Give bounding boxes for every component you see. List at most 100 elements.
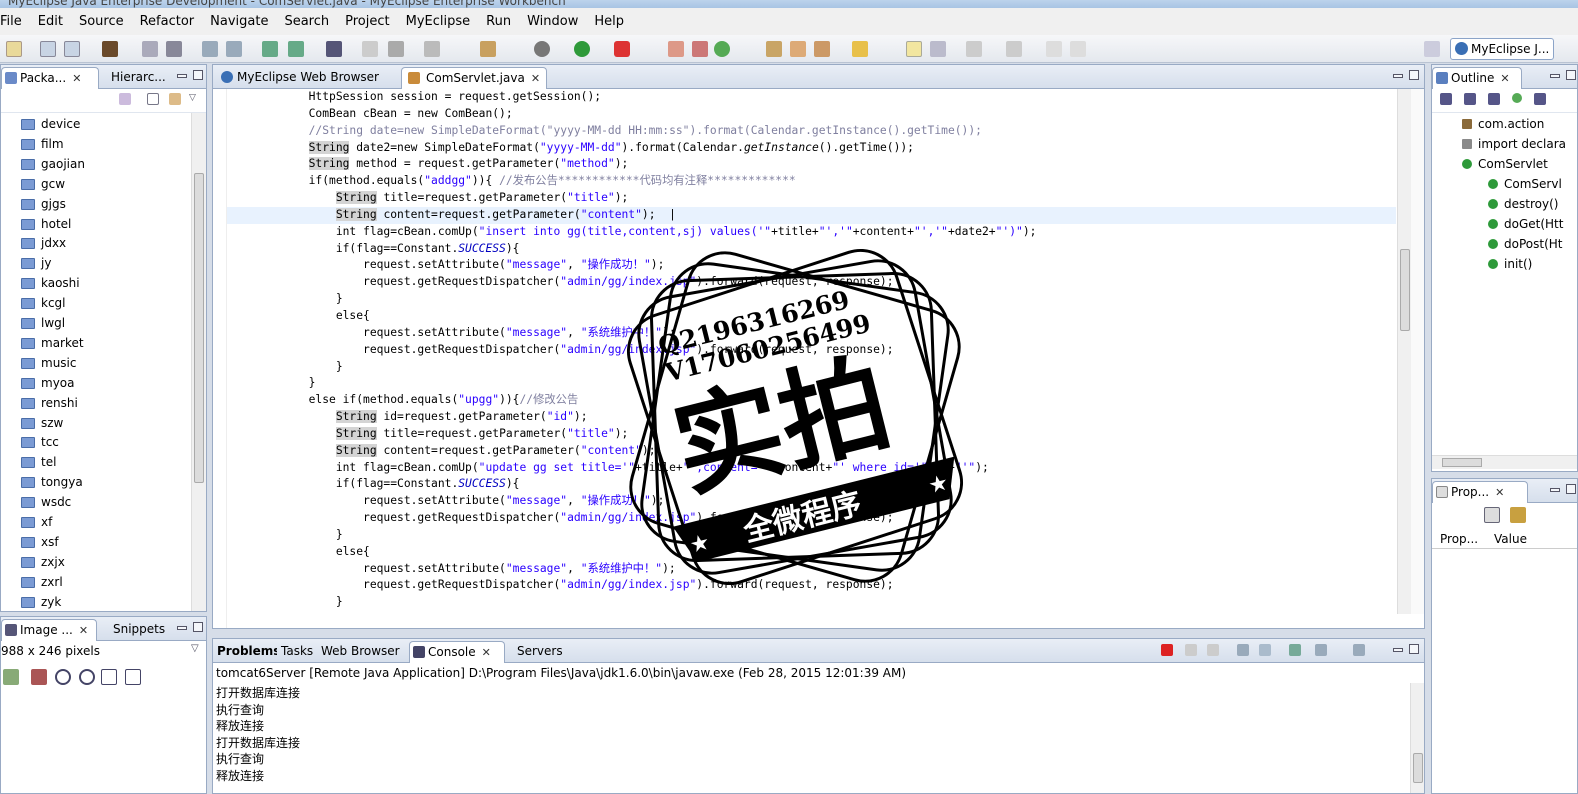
tab-servers[interactable]: Servers	[509, 641, 569, 663]
tree-item[interactable]: tel	[21, 452, 56, 472]
code-line[interactable]: String content=request.getParameter("con…	[227, 206, 1396, 224]
tree-item[interactable]: szw	[21, 413, 63, 433]
tree-item[interactable]: kcgl	[21, 293, 66, 313]
code-line[interactable]: else if(method.equals("upgg")){//修改公告	[227, 392, 1396, 409]
terminate-icon[interactable]	[1161, 644, 1173, 656]
toggle-mark-icon[interactable]	[906, 41, 922, 57]
tree-item[interactable]: lwgl	[21, 313, 65, 333]
outline-item[interactable]: destroy()	[1488, 194, 1558, 214]
tab-problems[interactable]: Problems	[215, 641, 277, 663]
tree-item[interactable]: kaoshi	[21, 273, 80, 293]
fit-icon[interactable]	[125, 669, 141, 685]
back-icon[interactable]	[1046, 41, 1062, 57]
code-line[interactable]: //String date=new SimpleDateFormat("yyyy…	[227, 123, 1396, 140]
close-icon[interactable]: ✕	[72, 72, 81, 85]
tree-item[interactable]: wsdc	[21, 492, 71, 512]
tab-snippets[interactable]: Snippets	[101, 619, 171, 641]
menu-edit[interactable]: Edit	[30, 14, 71, 29]
tree-item[interactable]: zxrl	[21, 572, 63, 592]
menu-project[interactable]: Project	[337, 14, 397, 29]
code-line[interactable]: if(method.equals("addgg")){ //发布公告******…	[227, 173, 1396, 190]
actual-size-icon[interactable]	[101, 669, 117, 685]
categories-icon[interactable]	[1484, 507, 1500, 523]
code-area[interactable]: HttpSession session = request.getSession…	[227, 89, 1396, 614]
tree-item[interactable]: xsf	[21, 532, 59, 552]
code-line[interactable]: request.setAttribute("message", "系统维护中！"…	[227, 325, 1396, 342]
advanced-icon[interactable]	[1510, 507, 1526, 523]
tree-item[interactable]: zyk	[21, 592, 61, 611]
open-perspective-icon[interactable]	[1424, 41, 1440, 57]
tree-item[interactable]: gaojian	[21, 154, 85, 174]
close-icon[interactable]: ✕	[79, 624, 88, 637]
deploy-icon[interactable]	[142, 41, 158, 57]
tree-item[interactable]: tongya	[21, 472, 83, 492]
code-line[interactable]: request.getRequestDispatcher("admin/gg/i…	[227, 577, 1396, 594]
outline-item[interactable]: doPost(Ht	[1488, 234, 1562, 254]
outline-item[interactable]: import declara	[1462, 134, 1566, 154]
minimize-icon[interactable]	[1393, 74, 1403, 78]
menu-myeclipse[interactable]: MyEclipse	[398, 14, 479, 29]
code-line[interactable]: String id=request.getParameter("id");	[227, 409, 1396, 426]
code-line[interactable]: }	[227, 291, 1396, 308]
menu-search[interactable]: Search	[276, 14, 337, 29]
code-line[interactable]: int flag=cBean.comUp("update gg set titl…	[227, 460, 1396, 477]
tab-comservlet-java[interactable]: ComServlet.java ✕	[401, 67, 547, 89]
tab-outline[interactable]: Outline ✕	[1432, 67, 1522, 89]
editor-scrollbar[interactable]	[1397, 89, 1411, 614]
maximize-icon[interactable]	[193, 622, 203, 632]
maximize-icon[interactable]	[1566, 70, 1576, 80]
console-scrollbar[interactable]	[1410, 683, 1424, 793]
tree-item[interactable]: hotel	[21, 214, 71, 234]
zoom-in-icon[interactable]	[79, 669, 95, 685]
close-icon[interactable]: ✕	[531, 72, 540, 85]
tree-item[interactable]: renshi	[21, 393, 78, 413]
tab-image[interactable]: Image ... ✕	[1, 619, 97, 641]
tab-web-browser[interactable]: MyEclipse Web Browser	[215, 67, 393, 89]
code-line[interactable]: ComBean cBean = new ComBean();	[227, 106, 1396, 123]
code-line[interactable]: if(flag==Constant.SUCCESS){	[227, 476, 1396, 493]
code-line[interactable]: String method = request.getParameter("me…	[227, 156, 1396, 173]
column-property[interactable]: Prop...	[1440, 529, 1478, 549]
tree-item[interactable]: xf	[21, 512, 52, 532]
tab-web-browser-view[interactable]: Web Browser	[319, 641, 405, 663]
outline-item[interactable]: doGet(Htt	[1488, 214, 1563, 234]
console-scrollbar-thumb[interactable]	[1413, 753, 1423, 783]
maximize-icon[interactable]	[1409, 644, 1419, 654]
tree-item[interactable]: jy	[21, 253, 51, 273]
close-icon[interactable]: ✕	[1495, 486, 1504, 499]
tree-scrollbar-thumb[interactable]	[194, 173, 204, 483]
code-line[interactable]: if(flag==Constant.SUCCESS){	[227, 241, 1396, 258]
sort-icon[interactable]	[1440, 93, 1452, 105]
tree-item[interactable]: market	[21, 333, 84, 353]
tree-item[interactable]: myoa	[21, 373, 75, 393]
new-package-icon[interactable]	[692, 41, 708, 57]
code-line[interactable]: request.setAttribute("message", "系统维护中！"…	[227, 561, 1396, 578]
forward-icon[interactable]	[1070, 41, 1086, 57]
code-line[interactable]: else{	[227, 544, 1396, 561]
new-java-project-icon[interactable]	[668, 41, 684, 57]
save-all-icon[interactable]	[64, 41, 80, 57]
code-line[interactable]: request.getRequestDispatcher("admin/gg/i…	[227, 342, 1396, 359]
open-folder-icon[interactable]	[766, 41, 782, 57]
code-line[interactable]: String title=request.getParameter("title…	[227, 426, 1396, 443]
maximize-icon[interactable]	[1566, 484, 1576, 494]
code-line[interactable]: }	[227, 375, 1396, 392]
open-type-icon[interactable]	[480, 41, 496, 57]
outline-hscrollbar-thumb[interactable]	[1442, 458, 1482, 467]
outline-item[interactable]: com.action	[1462, 114, 1544, 134]
clear-console-icon[interactable]	[1237, 644, 1249, 656]
hide-local-types-icon[interactable]	[1534, 93, 1546, 105]
maximize-icon[interactable]	[1409, 70, 1419, 80]
db-icon[interactable]	[202, 41, 218, 57]
prev-annotation-icon[interactable]	[1006, 41, 1022, 57]
tab-properties[interactable]: Prop... ✕	[1432, 481, 1528, 503]
view-menu-icon[interactable]: ▽	[191, 643, 199, 654]
close-icon[interactable]: ✕	[1500, 72, 1509, 85]
remove-launch-icon[interactable]	[1185, 644, 1197, 656]
tab-tasks[interactable]: Tasks	[279, 641, 317, 663]
tree-item[interactable]: jdxx	[21, 233, 66, 253]
tree-item[interactable]: device	[21, 114, 80, 134]
tool-icon[interactable]	[3, 669, 19, 685]
debug-icon[interactable]	[534, 41, 550, 57]
console-output[interactable]: 打开数据库连接 执行查询 释放连接 打开数据库连接 执行查询 释放连接	[216, 685, 1408, 793]
